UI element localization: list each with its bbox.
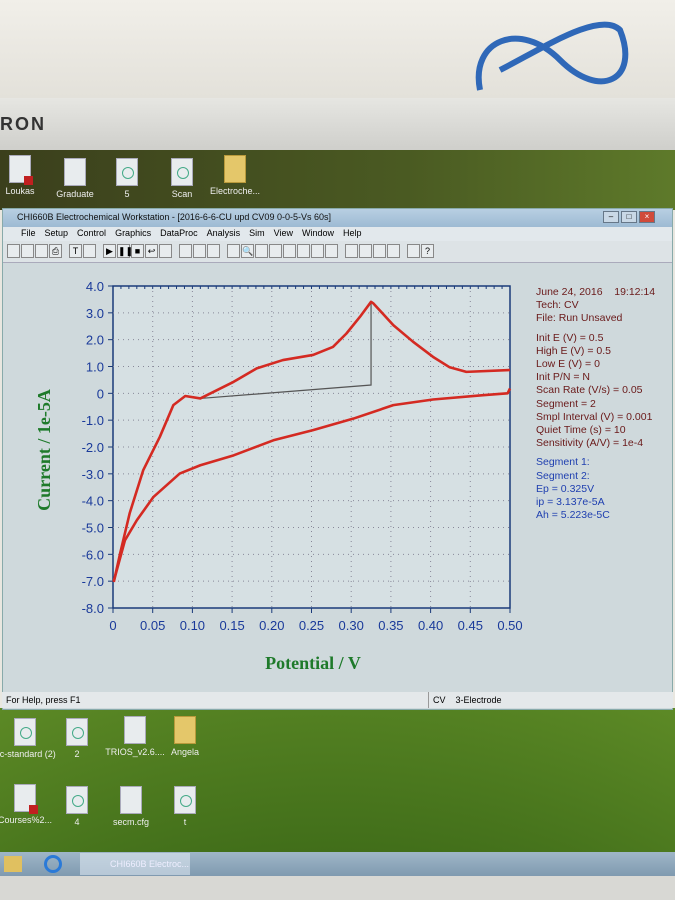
monitor-bezel-bottom [0, 876, 675, 900]
info-param: Scan Rate (V/s) = 0.05 [536, 384, 643, 397]
x-tick-label: 0 [109, 618, 116, 633]
status-bar: For Help, press F1 [2, 692, 673, 708]
y-axis-label: Current / 1e-5A [34, 389, 54, 511]
x-tick-label: 0.05 [140, 618, 165, 633]
y-tick-label: 3.0 [86, 306, 104, 321]
x-tick-label: 0.45 [458, 618, 483, 633]
info-param: Low E (V) = 0 [536, 358, 600, 371]
taskbar-app-chi[interactable]: CHI660B Electroc... [80, 853, 190, 875]
y-tick-label: -4.0 [82, 494, 104, 509]
info-time: 19:12:14 [614, 286, 656, 298]
y-tick-label: -5.0 [82, 521, 104, 536]
info-result: Ah = 5.223e-5C [536, 509, 610, 522]
y-tick-label: -1.0 [82, 413, 104, 428]
x-axis-label: Potential / V [265, 653, 361, 673]
y-tick-label: -3.0 [82, 467, 104, 482]
info-file: File: Run Unsaved [536, 312, 623, 325]
y-tick-label: 4.0 [86, 279, 104, 294]
experiment-info: June 24, 2016 19:12:14 Tech: CV File: Ru… [536, 286, 655, 522]
info-result: Ep = 0.325V [536, 482, 595, 495]
status-right: CV 3-Electrode [428, 692, 506, 708]
y-tick-label: -7.0 [82, 574, 104, 589]
info-param: Quiet Time (s) = 10 [536, 424, 626, 437]
y-tick-label: -2.0 [82, 440, 104, 455]
info-result: ip = 3.137e-5A [536, 496, 605, 509]
x-tick-label: 0.40 [418, 618, 443, 633]
x-tick-label: 0.35 [378, 618, 403, 633]
info-date: June 24, 2016 [536, 286, 603, 298]
info-param: Sensitivity (A/V) = 1e-4 [536, 437, 644, 450]
explorer-icon[interactable] [4, 856, 22, 872]
x-tick-label: 0.10 [180, 618, 205, 633]
status-mode: 3-Electrode [455, 695, 502, 705]
x-tick-label: 0.30 [339, 618, 364, 633]
info-param: High E (V) = 0.5 [536, 344, 611, 357]
x-tick-label: 0.15 [219, 618, 244, 633]
internet-explorer-icon[interactable] [44, 855, 62, 873]
taskbar-app-label: CHI660B Electroc... [110, 859, 190, 869]
info-result: Segment 2: [536, 469, 590, 482]
info-param: Init E (V) = 0.5 [536, 331, 604, 344]
x-tick-label: 0.25 [299, 618, 324, 633]
y-tick-label: 1.0 [86, 360, 104, 375]
y-tick-label: 2.0 [86, 333, 104, 348]
info-param: Smpl Interval (V) = 0.001 [536, 410, 653, 423]
status-tech: CV [433, 695, 446, 705]
x-tick-label: 0.50 [497, 618, 522, 633]
info-param: Init P/N = N [536, 371, 590, 384]
info-param: Segment = 2 [536, 397, 596, 410]
y-tick-label: -6.0 [82, 547, 104, 562]
info-tech: Tech: CV [536, 299, 579, 312]
status-help: For Help, press F1 [6, 695, 81, 705]
y-tick-label: 0 [97, 386, 104, 401]
y-tick-label: -8.0 [82, 601, 104, 616]
info-result: Segment 1: [536, 456, 590, 469]
x-tick-label: 0.20 [259, 618, 284, 633]
